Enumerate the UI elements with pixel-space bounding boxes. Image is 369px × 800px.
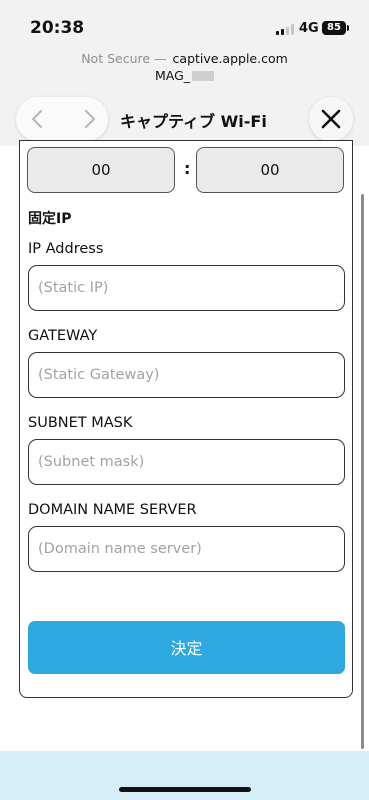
network-type: 4G xyxy=(299,21,319,36)
ssid-line: MAG_ xyxy=(0,68,369,83)
chevron-left-icon[interactable] xyxy=(24,105,52,133)
security-label: Not Secure — xyxy=(81,51,167,66)
battery-icon: 85 xyxy=(322,21,346,35)
web-content: 00 : 00 固定IP IP Address GATEWAY SUBNET M… xyxy=(0,140,369,751)
close-icon xyxy=(321,109,341,129)
close-button[interactable] xyxy=(309,97,353,141)
url-bar: Not Secure — captive.apple.com xyxy=(0,51,369,66)
ip-address-label: IP Address xyxy=(28,241,104,257)
minute-field[interactable]: 00 xyxy=(196,147,344,193)
chevron-right-icon[interactable] xyxy=(76,105,104,133)
subnet-mask-input[interactable] xyxy=(28,439,345,485)
battery-level: 85 xyxy=(327,22,341,33)
hour-field[interactable]: 00 xyxy=(27,147,175,193)
bottom-area xyxy=(0,751,369,800)
submit-button[interactable]: 決定 xyxy=(28,621,345,674)
time-separator: : xyxy=(184,159,191,178)
gateway-input[interactable] xyxy=(28,352,345,398)
signal-icon xyxy=(276,24,294,35)
section-title: 固定IP xyxy=(28,211,72,227)
battery-tip xyxy=(347,25,349,31)
subnet-mask-label: SUBNET MASK xyxy=(28,415,133,431)
home-indicator xyxy=(119,787,251,792)
status-time: 20:38 xyxy=(30,18,85,38)
ip-address-input[interactable] xyxy=(28,265,345,311)
gateway-label: GATEWAY xyxy=(28,328,98,344)
dns-label: DOMAIN NAME SERVER xyxy=(28,502,197,518)
redacted-block xyxy=(192,71,215,81)
status-bar: 20:38 4G 85 xyxy=(0,0,369,48)
page-title: キャプティブ Wi-Fi xyxy=(120,112,267,131)
dns-input[interactable] xyxy=(28,526,345,572)
domain-label: captive.apple.com xyxy=(172,51,288,66)
scrollbar[interactable] xyxy=(361,194,364,749)
ssid-label: MAG_ xyxy=(154,68,191,83)
form-card: 00 : 00 固定IP IP Address GATEWAY SUBNET M… xyxy=(19,140,353,698)
